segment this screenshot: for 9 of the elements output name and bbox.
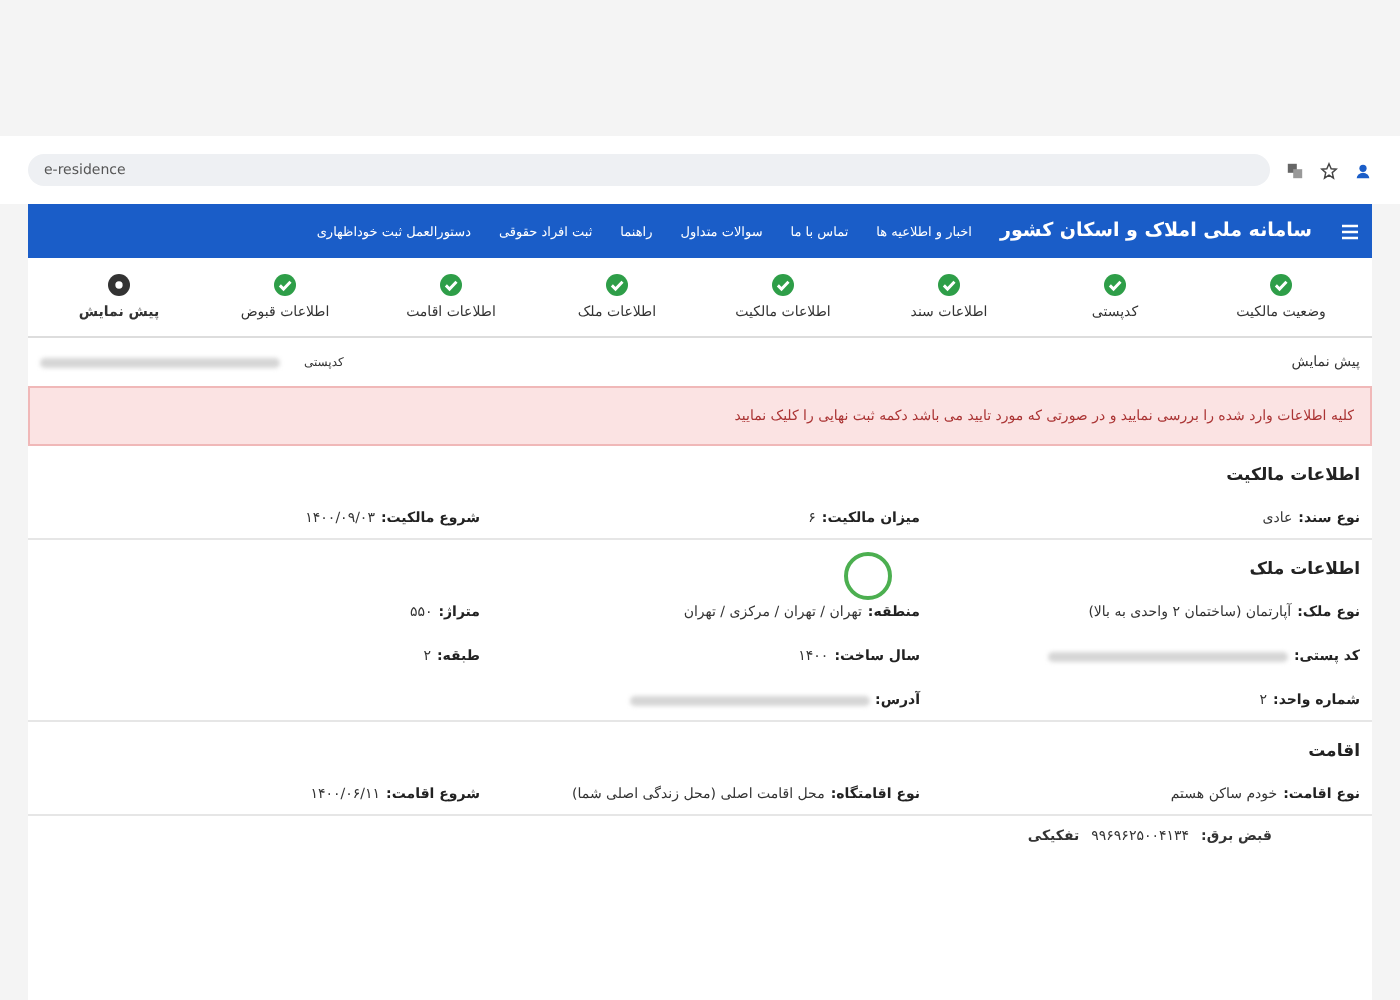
section-title: اقامت [1306,742,1360,762]
profile-icon[interactable] [1354,161,1372,179]
section-title: اطلاعات مالکیت [1224,466,1360,486]
menu-icon[interactable] [1340,221,1360,241]
section-title: اطلاعات ملک [1247,560,1360,580]
star-icon[interactable] [1320,161,1338,179]
site-title[interactable]: سامانه ملی املاک و اسکان کشور [1000,220,1312,242]
cursor-highlight [844,552,892,600]
translate-icon[interactable] [1286,161,1304,179]
